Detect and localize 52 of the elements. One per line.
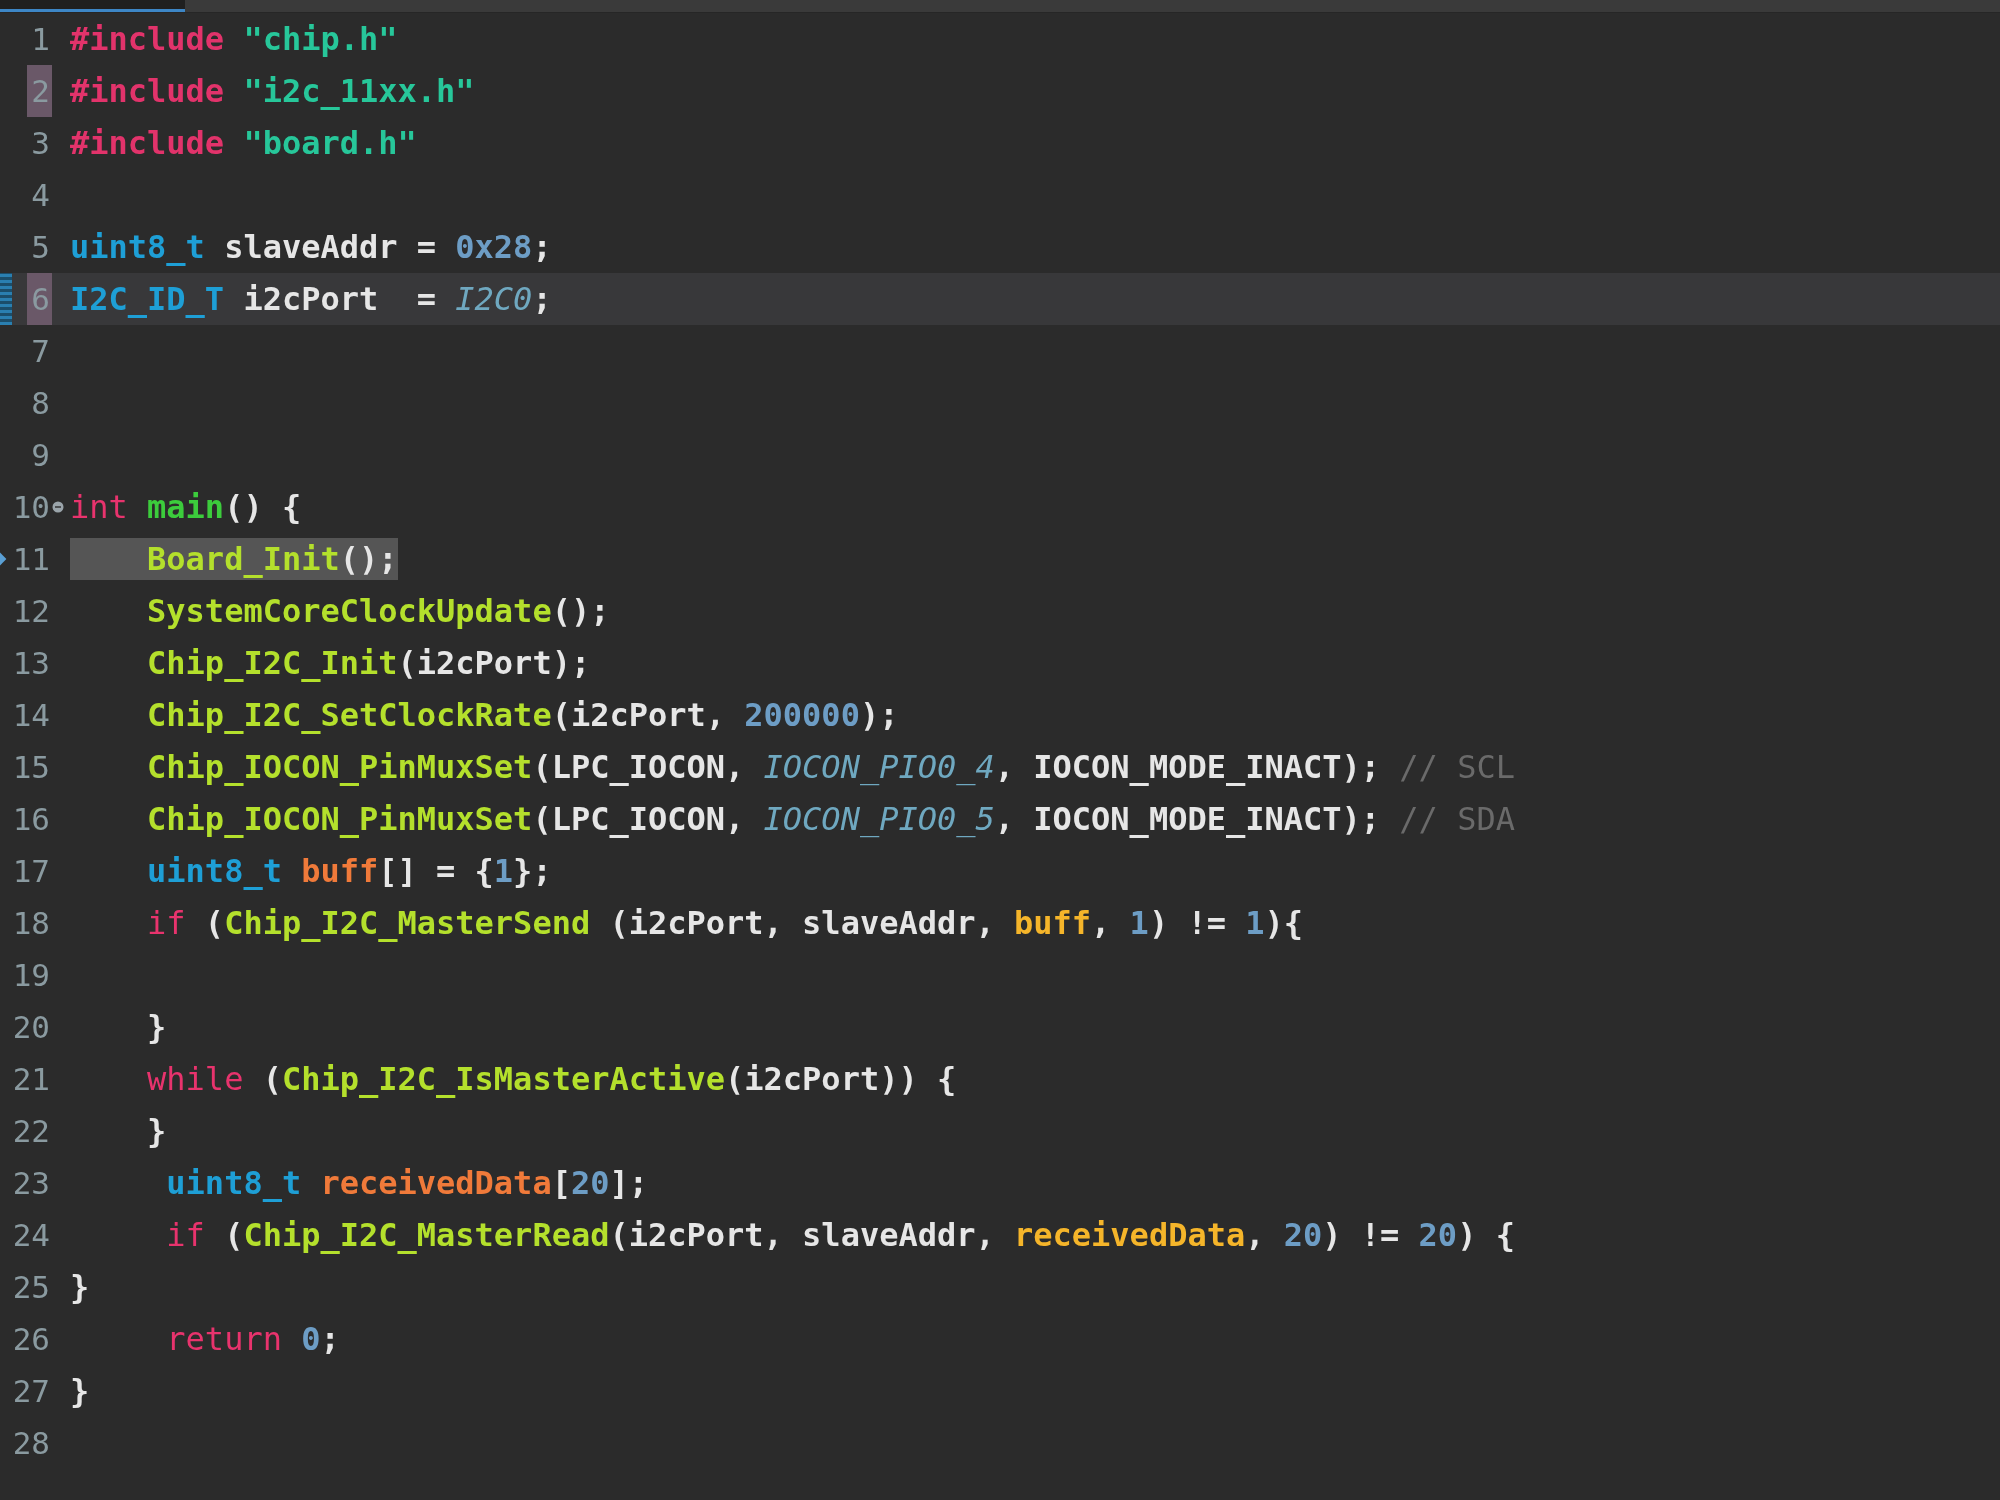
line-number: 19 [11, 956, 51, 995]
code-line: #include "chip.h" [70, 19, 398, 60]
line-number: 8 [30, 384, 51, 423]
code-line: if (Chip_I2C_MasterRead(i2cPort, slaveAddr, receivedData, 20) != 20) { [165, 1215, 1515, 1256]
line-number: 12 [11, 592, 51, 631]
line-number: 4 [30, 176, 51, 215]
code-line: I2C_ID_T i2cPort = I2C0; [70, 279, 552, 320]
change-marker [0, 273, 12, 325]
line-number: 25 [11, 1268, 51, 1307]
code-line: if (Chip_I2C_MasterSend (i2cPort, slaveAddr, buff, 1) != 1){ [146, 903, 1303, 944]
line-number: 16 [11, 800, 51, 839]
line-number: 14 [11, 696, 51, 735]
code-line: uint8_t buff[] = {1}; [146, 851, 552, 892]
code-line: int main() { [70, 487, 302, 528]
line-number: 18 [11, 904, 51, 943]
code-line: } [70, 1267, 90, 1308]
line-number: 3 [30, 124, 51, 163]
line-number: 13 [11, 644, 51, 683]
code-line: while (Chip_I2C_IsMasterActive(i2cPort)) { [146, 1059, 957, 1100]
code-line: uint8_t receivedData[20]; [165, 1163, 648, 1204]
code-line: Chip_I2C_Init(i2cPort); [146, 643, 591, 684]
line-number: 22 [11, 1112, 51, 1151]
fold-icon[interactable] [52, 501, 64, 513]
line-number: 24 [11, 1216, 51, 1255]
line-number: 27 [11, 1372, 51, 1411]
code-line: Chip_I2C_SetClockRate(i2cPort, 200000); [146, 695, 899, 736]
line-number: 11 [11, 540, 51, 579]
line-number: 1 [30, 20, 51, 59]
line-number: 6 [27, 273, 52, 325]
code-line: return 0; [165, 1319, 340, 1360]
code-line: Chip_IOCON_PinMuxSet(LPC_IOCON, IOCON_PIO0_5, IOCON_MODE_INACT); // SDA [146, 799, 1515, 840]
code-line: uint8_t slaveAddr = 0x28; [70, 227, 552, 268]
line-number: 9 [30, 436, 51, 475]
line-number: 15 [11, 748, 51, 787]
line-number: 26 [11, 1320, 51, 1359]
line-number: 5 [30, 228, 51, 267]
line-number: 21 [11, 1060, 51, 1099]
code-line: Chip_IOCON_PinMuxSet(LPC_IOCON, IOCON_PIO0_4, IOCON_MODE_INACT); // SCL [146, 747, 1515, 788]
line-number: 23 [11, 1164, 51, 1203]
line-number: 20 [11, 1008, 51, 1047]
code-line: } [146, 1111, 167, 1152]
editor-tab[interactable] [0, 0, 185, 12]
code-line: #include "board.h" [70, 123, 417, 164]
line-number: 2 [27, 65, 52, 117]
line-number: 17 [11, 852, 51, 891]
code-line: } [70, 1371, 90, 1412]
code-line: SystemCoreClockUpdate(); [146, 591, 610, 632]
code-line: } [146, 1007, 167, 1048]
line-number: 10 [11, 488, 51, 527]
code-line: #include "i2c_11xx.h" [70, 71, 475, 112]
line-number: 7 [30, 332, 51, 371]
line-number: 28 [11, 1424, 51, 1463]
